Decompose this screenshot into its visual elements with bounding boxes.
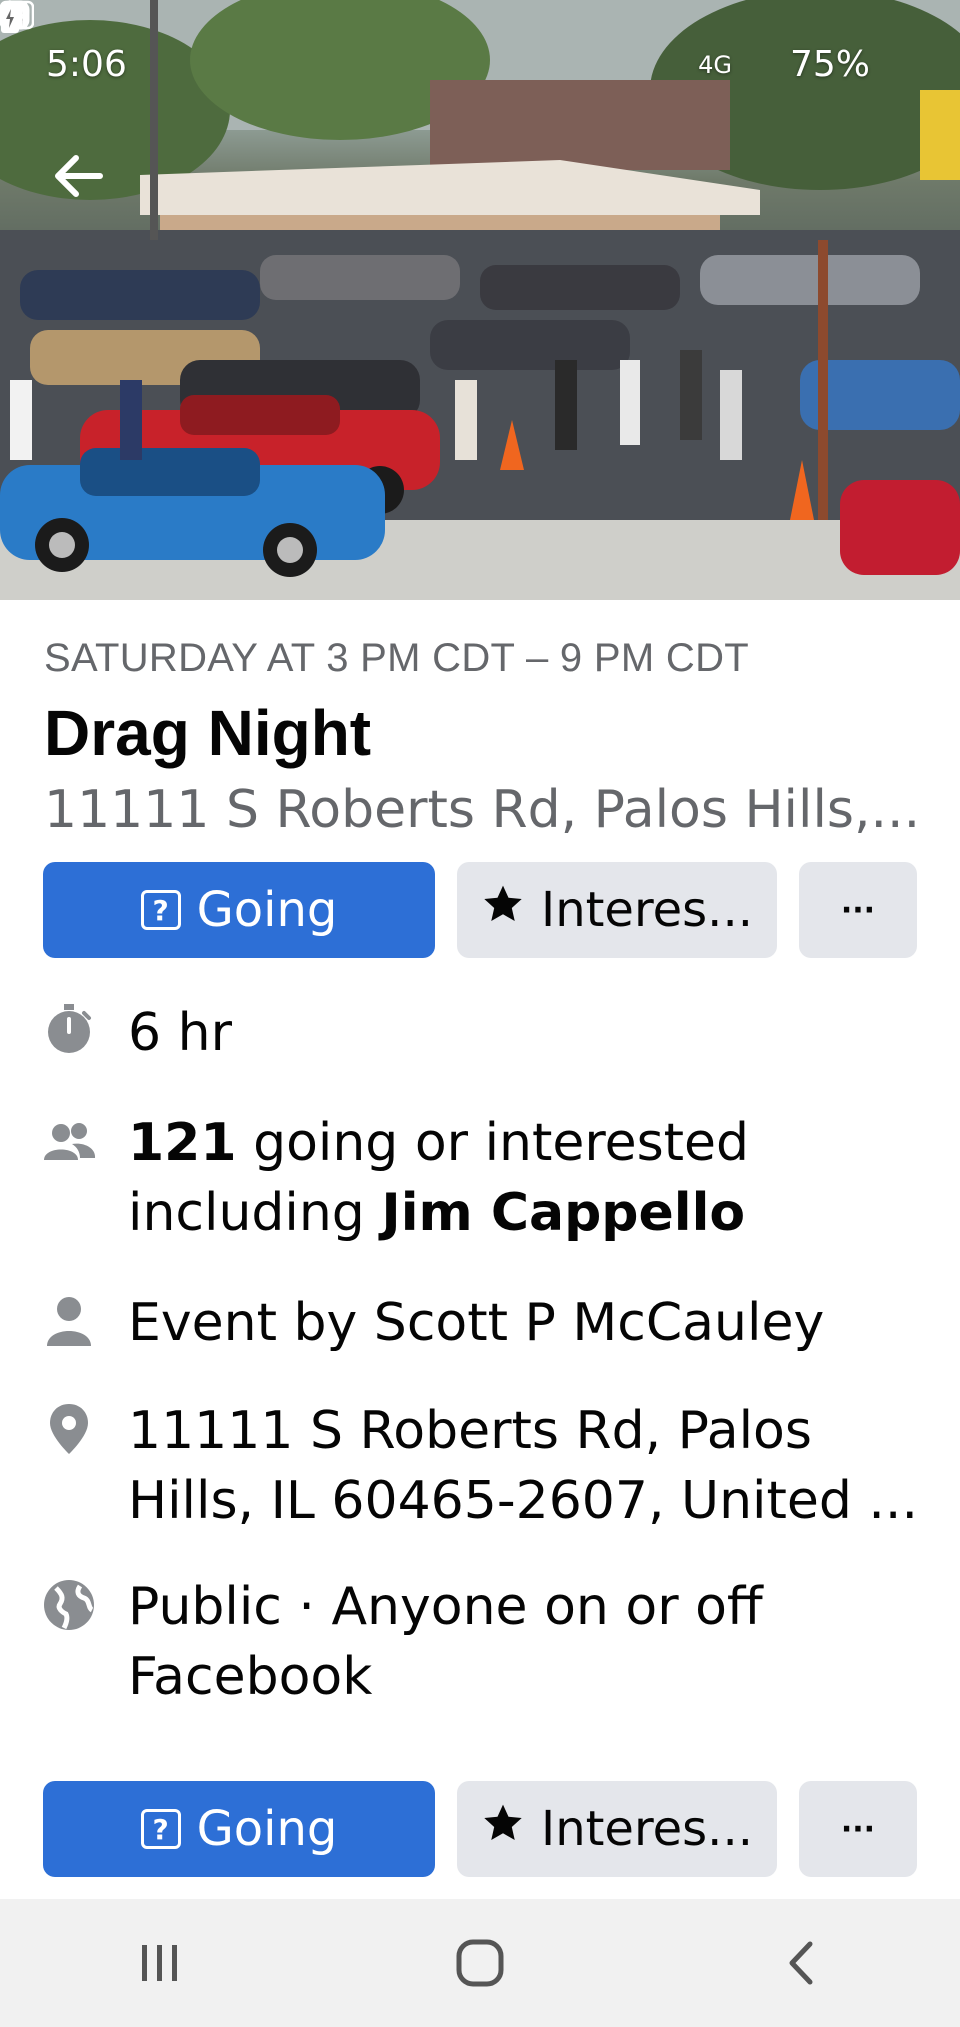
network-type: 4G [698, 50, 732, 79]
status-bar: 5:06 ring 4G 75% [0, 0, 960, 120]
privacy-line1: Public · Anyone on or off [128, 1577, 763, 1637]
privacy-line2: Facebook [128, 1647, 373, 1707]
question-badge-icon: ? [140, 890, 181, 930]
interested-label: Interes... [541, 882, 753, 938]
host-text: Event by Scott P McCauley [128, 1293, 825, 1353]
sticky-going-label: Going [196, 1801, 338, 1857]
going-label: Going [196, 882, 338, 938]
stopwatch-icon [42, 1002, 96, 1056]
sticky-interested-label: Interes... [541, 1801, 753, 1857]
battery-percent: 75% [789, 44, 870, 85]
sticky-more-options-button[interactable]: ··· [799, 1781, 917, 1877]
interested-button[interactable]: Interes... [457, 862, 777, 958]
person-icon [42, 1294, 96, 1348]
recycle-icon [2, 2, 640, 80]
sticky-action-bar: ? Going Interes... ··· [0, 1754, 960, 1899]
event-date-time: SATURDAY AT 3 PM CDT – 9 PM CDT [44, 636, 750, 680]
location-pin-icon [42, 1402, 96, 1456]
ring-icon: ring [0, 0, 215, 80]
facebook-icon [1, 1, 171, 80]
sticky-more-label: ··· [840, 1811, 876, 1847]
home-icon[interactable] [440, 1923, 520, 2003]
sticky-interested-button[interactable]: Interes... [457, 1781, 777, 1877]
location-line1: 11111 S Roberts Rd, Palos [128, 1401, 812, 1461]
back-arrow-icon[interactable] [50, 148, 106, 204]
bluetooth-icon [2, 0, 684, 80]
people-icon [42, 1116, 96, 1170]
sticky-going-button[interactable]: ? Going [43, 1781, 435, 1877]
location-line2: Hills, IL 60465-2607, United ... [128, 1471, 918, 1531]
going-button[interactable]: ? Going [43, 862, 435, 958]
question-badge-icon: ? [140, 1809, 181, 1849]
event-title: Drag Night [44, 697, 372, 769]
recents-icon[interactable] [120, 1923, 200, 2003]
more-label: ··· [840, 892, 876, 928]
system-navigation-bar [0, 1899, 960, 2027]
including-name[interactable]: Jim Cappello [381, 1183, 745, 1243]
battery-icon [1, 1, 914, 80]
back-nav-icon[interactable] [760, 1923, 840, 2003]
sticky-rsvp-actions: ? Going Interes... ··· [43, 1781, 917, 1877]
more-options-button[interactable]: ··· [799, 862, 917, 958]
status-time: 5:06 [46, 44, 127, 85]
instagram-icon [0, 0, 259, 80]
attendance-text: going or interested [236, 1113, 750, 1173]
star-icon [481, 882, 525, 938]
event-short-address[interactable]: 11111 S Roberts Rd, Palos Hills,... [44, 780, 920, 840]
duration-text: 6 hr [128, 1003, 232, 1063]
including-text: including [128, 1183, 382, 1243]
star-icon [481, 1801, 525, 1857]
signal-icon [2, 3, 776, 80]
attendance-count: 121 [128, 1113, 237, 1173]
rsvp-actions: ? Going Interes... ··· [43, 862, 917, 958]
event-cover-photo: 5:06 ring 4G 75% [0, 0, 960, 600]
globe-icon [42, 1578, 96, 1632]
